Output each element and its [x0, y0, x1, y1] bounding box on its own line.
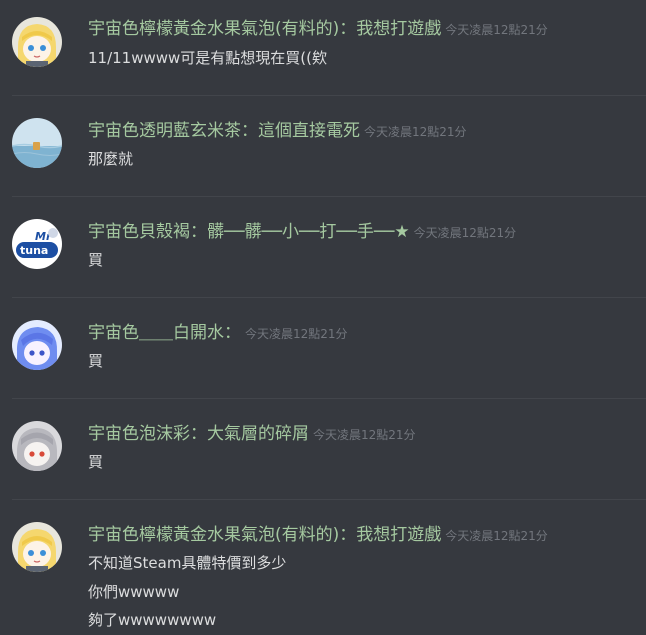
mr-tuna-logo-icon: Mr tuna: [12, 219, 62, 269]
message-timestamp: 今天凌晨12點21分: [364, 125, 467, 139]
message-divider: [12, 398, 646, 399]
sky-water-icon: [12, 118, 62, 168]
gray-hair-character-icon: [12, 421, 62, 471]
author-name[interactable]: 宇宙色檸檬黃金水果氣泡(有料的)：我想打遊戲: [88, 525, 441, 545]
message-divider: [12, 297, 646, 298]
message-timestamp: 今天凌晨12點21分: [445, 23, 548, 37]
author-name[interactable]: 宇宙色＿＿白開水：: [88, 323, 241, 343]
message-text: 夠了wwwwwwww: [88, 611, 217, 629]
author-name[interactable]: 宇宙色貝殼褐：髒──髒──小──打──手──★: [88, 222, 410, 242]
message-timestamp: 今天凌晨12點21分: [413, 226, 517, 240]
message-text: 買: [88, 453, 104, 471]
message-timestamp: 今天凌晨12點21分: [313, 428, 416, 442]
message-text: 買: [88, 251, 104, 269]
message-divider: [12, 95, 646, 96]
message-divider: [12, 499, 646, 500]
chat-message-list: 宇宙色檸檬黃金水果氣泡(有料的)：我想打遊戲 今天凌晨12點21分 11/11ww…: [0, 0, 646, 635]
message-text: 你們wwwww: [88, 583, 180, 601]
author-name[interactable]: 宇宙色泡沫彩：大氣層的碎屑: [88, 424, 309, 444]
message-timestamp: 今天凌晨12點21分: [245, 327, 348, 341]
author-name[interactable]: 宇宙色透明藍玄米茶：這個直接電死: [88, 121, 360, 141]
author-name[interactable]: 宇宙色檸檬黃金水果氣泡(有料的)：我想打遊戲: [88, 19, 441, 39]
message-divider: [12, 196, 646, 197]
message-timestamp: 今天凌晨12點21分: [445, 529, 548, 543]
message-text: 買: [88, 352, 104, 370]
avatar[interactable]: [12, 118, 62, 168]
blonde-anime-girl-icon: [12, 17, 62, 67]
avatar[interactable]: [12, 17, 62, 67]
avatar[interactable]: Mr tuna: [12, 219, 62, 269]
svg-text:tuna: tuna: [20, 244, 48, 257]
blonde-anime-girl-icon: [12, 522, 62, 572]
avatar[interactable]: [12, 522, 62, 572]
message-text: 那麼就: [88, 150, 134, 168]
avatar[interactable]: [12, 320, 62, 370]
message-text: 不知道Steam具體特價到多少: [88, 554, 287, 572]
blue-hair-character-icon: [12, 320, 62, 370]
message-text: 11/11wwww可是有點想現在買((欸: [88, 49, 328, 67]
avatar[interactable]: [12, 421, 62, 471]
